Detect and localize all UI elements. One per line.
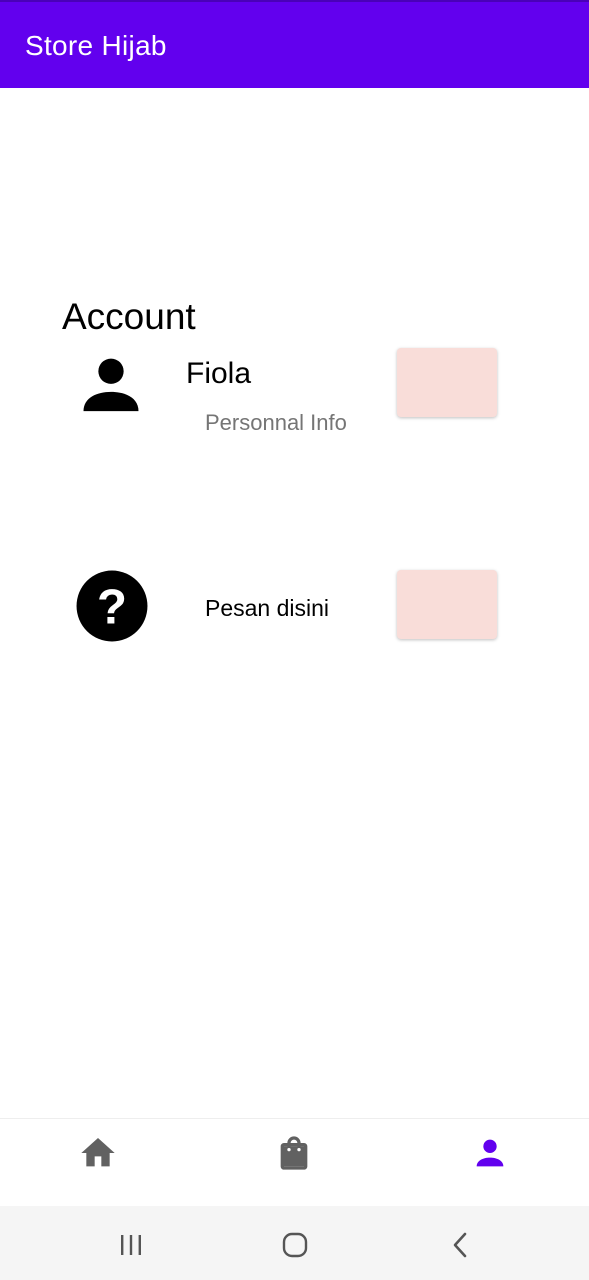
account-section-title: Account	[62, 296, 196, 337]
app-bar: Store Hijab	[0, 0, 589, 88]
profile-action-button[interactable]	[397, 348, 497, 417]
profile-subtitle: Personnal Info	[205, 410, 347, 435]
app-title: Store Hijab	[25, 30, 167, 61]
shopping-bag-icon[interactable]	[274, 1133, 314, 1173]
help-circle-icon: ?	[76, 570, 148, 642]
recent-apps-icon[interactable]	[114, 1228, 148, 1262]
account-nav-person-icon[interactable]	[470, 1133, 510, 1173]
home-circle-icon[interactable]	[278, 1228, 312, 1262]
system-navigation-bar	[0, 1206, 589, 1280]
person-icon	[83, 358, 139, 412]
svg-text:?: ?	[97, 579, 127, 634]
back-chevron-icon[interactable]	[444, 1228, 478, 1262]
help-label: Pesan disini	[205, 595, 330, 621]
home-icon[interactable]	[78, 1133, 118, 1173]
bottom-navigation	[0, 1118, 589, 1206]
app-screen: Store Hijab Account Fiola Personnal Info…	[0, 0, 589, 1280]
help-action-button[interactable]	[397, 570, 497, 639]
profile-name: Fiola	[186, 357, 252, 390]
